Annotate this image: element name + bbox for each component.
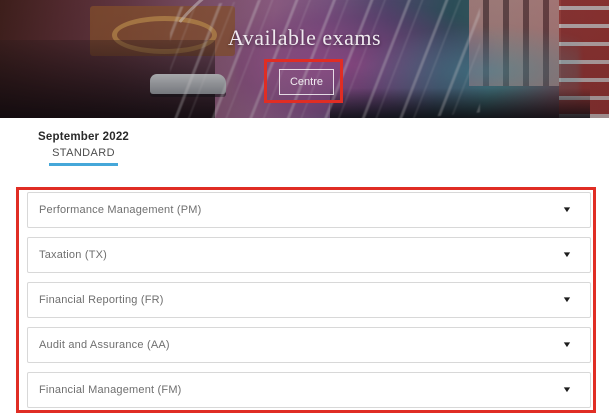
page-title: Available exams [0,25,609,51]
exam-label: Audit and Assurance (AA) [39,339,170,351]
centre-button[interactable]: Centre [279,69,334,95]
exam-accordion-row-fr[interactable]: Financial Reporting (FR) ▼ [27,282,591,318]
exam-label: Financial Management (FM) [39,384,182,396]
exam-accordion-row-tx[interactable]: Taxation (TX) ▼ [27,237,591,273]
exam-label: Financial Reporting (FR) [39,294,164,306]
exam-accordion-row-pm[interactable]: Performance Management (PM) ▼ [27,192,591,228]
exam-label: Taxation (TX) [39,249,107,261]
exam-label: Performance Management (PM) [39,204,202,216]
chevron-down-icon[interactable]: ▼ [562,206,573,214]
tab-standard[interactable]: STANDARD [49,147,118,166]
chevron-down-icon[interactable]: ▼ [562,341,573,349]
hero-banner: Available exams Centre [0,0,609,118]
chevron-down-icon[interactable]: ▼ [562,296,573,304]
exam-list: Performance Management (PM) ▼ Taxation (… [27,192,591,417]
chevron-down-icon[interactable]: ▼ [562,386,573,394]
exam-accordion-row-aa[interactable]: Audit and Assurance (AA) ▼ [27,327,591,363]
hero-photo-dim-overlay [0,0,609,118]
session-date: September 2022 [38,131,129,143]
session-header: September 2022 STANDARD [38,131,129,166]
chevron-down-icon[interactable]: ▼ [562,251,573,259]
exam-accordion-row-fm[interactable]: Financial Management (FM) ▼ [27,372,591,408]
